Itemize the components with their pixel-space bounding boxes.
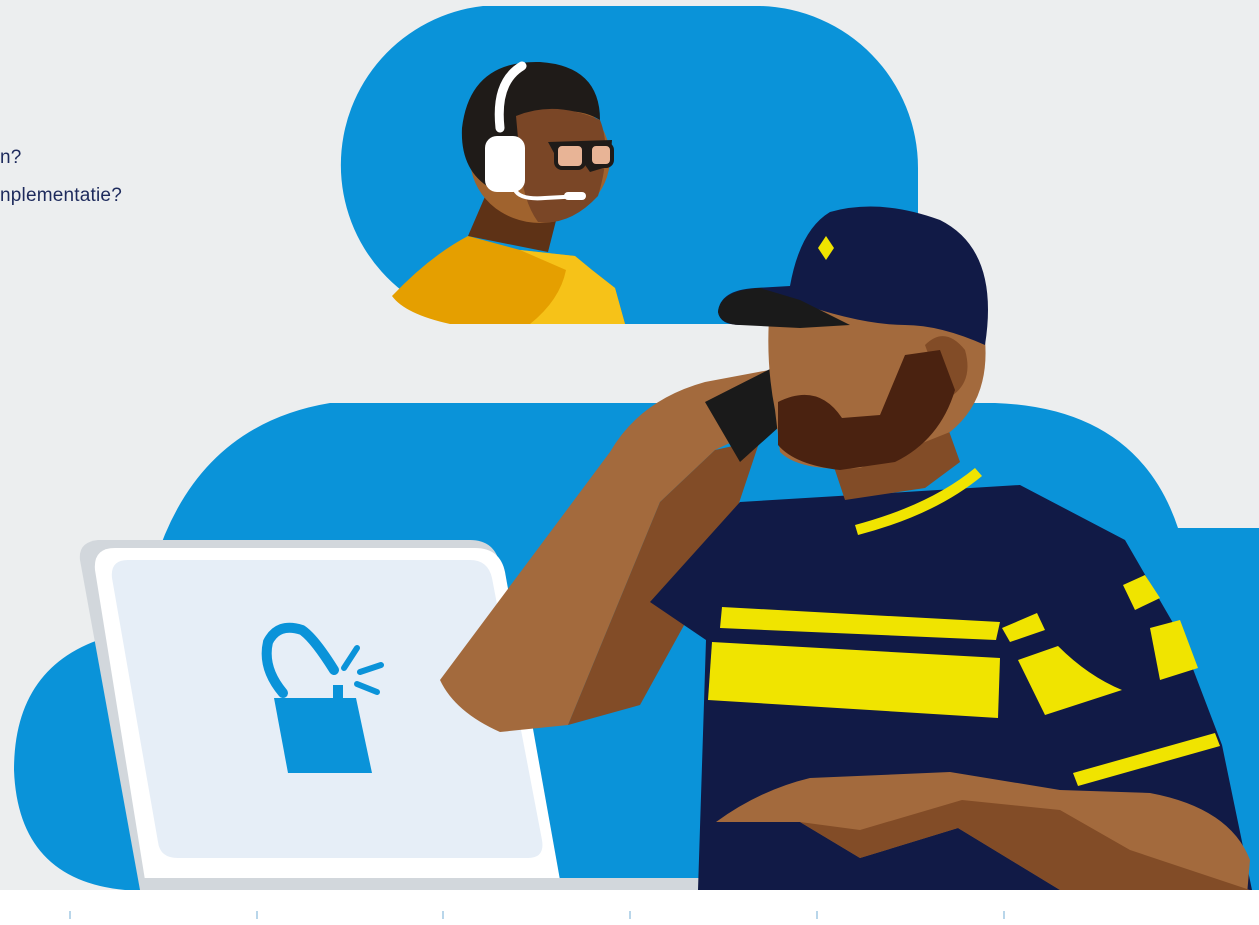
illustration — [14, 6, 1259, 890]
scale-tick — [629, 911, 631, 919]
scale-tick — [442, 911, 444, 919]
scale-tick — [1003, 911, 1005, 919]
bottom-band — [0, 890, 1259, 925]
scale-tick — [816, 911, 818, 919]
scale-tick — [69, 911, 71, 919]
scale-tick — [256, 911, 258, 919]
